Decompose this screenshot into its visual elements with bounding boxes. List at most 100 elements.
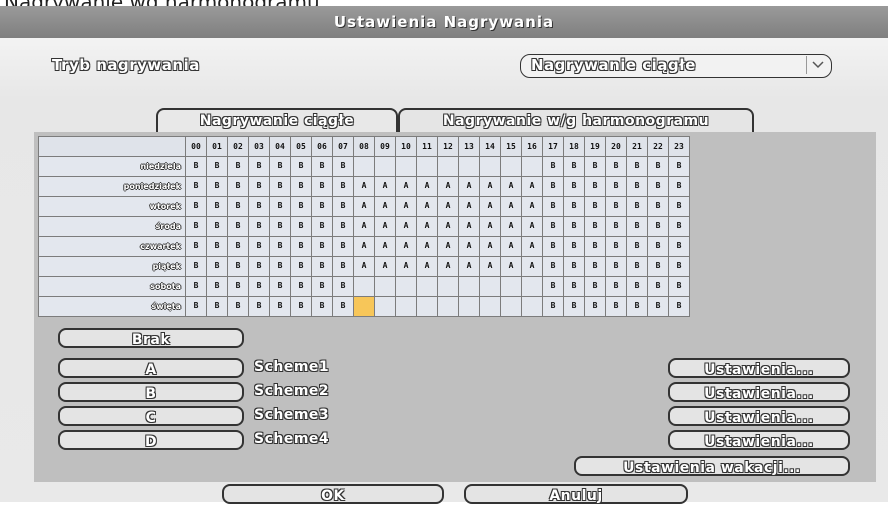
schedule-cell[interactable]: A <box>353 176 375 197</box>
none-button[interactable]: Brak <box>58 328 244 348</box>
schedule-cell[interactable] <box>500 296 522 317</box>
schedule-cell[interactable]: B <box>248 156 270 177</box>
schedule-cell[interactable]: B <box>668 156 690 177</box>
schedule-cell[interactable]: B <box>290 296 312 317</box>
schedule-cell[interactable]: A <box>458 196 480 217</box>
schedule-cell[interactable]: B <box>584 236 606 257</box>
schedule-cell[interactable]: B <box>626 236 648 257</box>
schedule-cell[interactable] <box>416 276 438 297</box>
scheme-button[interactable]: D <box>58 430 244 450</box>
schedule-cell[interactable]: B <box>647 156 669 177</box>
schedule-cell[interactable]: B <box>668 216 690 237</box>
schedule-cell[interactable] <box>437 296 459 317</box>
schedule-cell[interactable]: B <box>542 296 564 317</box>
recording-mode-select[interactable]: Nagrywanie ciągłe <box>520 54 832 78</box>
schedule-cell[interactable]: B <box>185 296 207 317</box>
schedule-cell[interactable]: B <box>605 256 627 277</box>
schedule-cell[interactable]: A <box>353 216 375 237</box>
schedule-cell[interactable] <box>353 276 375 297</box>
schedule-cell[interactable] <box>353 156 375 177</box>
schedule-cell[interactable]: A <box>395 236 417 257</box>
schedule-cell[interactable]: B <box>290 156 312 177</box>
schedule-cell[interactable]: B <box>185 196 207 217</box>
schedule-cell[interactable]: B <box>626 276 648 297</box>
schedule-cell[interactable]: B <box>269 276 291 297</box>
schedule-cell[interactable]: B <box>542 196 564 217</box>
schedule-cell[interactable]: B <box>605 236 627 257</box>
schedule-cell[interactable]: A <box>479 256 501 277</box>
schedule-cell[interactable] <box>416 156 438 177</box>
schedule-cell[interactable]: A <box>353 256 375 277</box>
schedule-cell[interactable]: B <box>185 256 207 277</box>
schedule-cell[interactable]: B <box>332 156 354 177</box>
schedule-cell[interactable]: B <box>668 276 690 297</box>
schedule-cell[interactable]: B <box>626 296 648 317</box>
schedule-cell[interactable]: A <box>500 176 522 197</box>
schedule-cell[interactable]: A <box>437 176 459 197</box>
schedule-cell[interactable]: A <box>437 236 459 257</box>
schedule-cell[interactable] <box>458 276 480 297</box>
schedule-cell[interactable]: B <box>626 156 648 177</box>
schedule-cell[interactable]: B <box>311 216 333 237</box>
scheme-settings-button[interactable]: Ustawienia... <box>668 430 850 450</box>
scheme-settings-button[interactable]: Ustawienia... <box>668 406 850 426</box>
schedule-cell[interactable]: B <box>542 216 564 237</box>
schedule-cell[interactable]: B <box>647 216 669 237</box>
schedule-cell[interactable]: B <box>332 276 354 297</box>
schedule-cell[interactable]: A <box>479 236 501 257</box>
schedule-cell[interactable]: A <box>437 256 459 277</box>
schedule-cell[interactable]: B <box>248 196 270 217</box>
schedule-cell[interactable]: B <box>206 176 228 197</box>
schedule-cell[interactable]: B <box>206 296 228 317</box>
schedule-cell[interactable] <box>416 296 438 317</box>
schedule-cell[interactable]: B <box>584 156 606 177</box>
schedule-cell[interactable]: B <box>563 156 585 177</box>
schedule-cell[interactable]: A <box>353 236 375 257</box>
schedule-cell[interactable]: B <box>563 296 585 317</box>
schedule-cell[interactable] <box>521 156 543 177</box>
schedule-cell[interactable] <box>395 296 417 317</box>
schedule-cell[interactable]: B <box>542 276 564 297</box>
schedule-cell[interactable]: B <box>311 176 333 197</box>
chevron-down-icon[interactable] <box>806 56 829 74</box>
schedule-cell[interactable]: B <box>269 196 291 217</box>
schedule-cell[interactable]: A <box>521 256 543 277</box>
schedule-cell[interactable] <box>479 296 501 317</box>
schedule-cell[interactable]: A <box>458 256 480 277</box>
ok-button[interactable]: OK <box>222 484 444 504</box>
schedule-cell[interactable]: A <box>458 236 480 257</box>
scheme-settings-button[interactable]: Ustawienia... <box>668 358 850 378</box>
schedule-cell[interactable]: B <box>248 176 270 197</box>
schedule-cell[interactable]: B <box>206 256 228 277</box>
schedule-cell[interactable] <box>458 156 480 177</box>
schedule-cell[interactable]: B <box>542 156 564 177</box>
schedule-cell[interactable]: B <box>227 176 249 197</box>
schedule-cell[interactable]: B <box>269 296 291 317</box>
schedule-cell[interactable]: B <box>269 216 291 237</box>
schedule-cell[interactable] <box>353 296 375 317</box>
schedule-cell[interactable]: B <box>668 176 690 197</box>
schedule-cell[interactable]: A <box>374 236 396 257</box>
schedule-cell[interactable]: B <box>332 296 354 317</box>
schedule-cell[interactable]: B <box>647 236 669 257</box>
schedule-cell[interactable]: B <box>290 276 312 297</box>
schedule-cell[interactable]: B <box>311 156 333 177</box>
schedule-cell[interactable] <box>479 156 501 177</box>
schedule-cell[interactable] <box>437 156 459 177</box>
scheme-settings-button[interactable]: Ustawienia... <box>668 382 850 402</box>
schedule-cell[interactable]: B <box>332 176 354 197</box>
schedule-cell[interactable]: B <box>626 176 648 197</box>
schedule-cell[interactable]: B <box>227 196 249 217</box>
schedule-cell[interactable]: A <box>500 256 522 277</box>
schedule-cell[interactable]: B <box>668 196 690 217</box>
schedule-cell[interactable]: A <box>500 216 522 237</box>
schedule-cell[interactable]: B <box>311 276 333 297</box>
schedule-cell[interactable]: A <box>416 256 438 277</box>
schedule-cell[interactable]: A <box>479 176 501 197</box>
schedule-cell[interactable] <box>479 276 501 297</box>
schedule-cell[interactable]: A <box>416 176 438 197</box>
cancel-button[interactable]: Anuluj <box>464 484 688 504</box>
scheme-button[interactable]: A <box>58 358 244 378</box>
schedule-cell[interactable]: A <box>374 256 396 277</box>
schedule-cell[interactable]: B <box>206 216 228 237</box>
